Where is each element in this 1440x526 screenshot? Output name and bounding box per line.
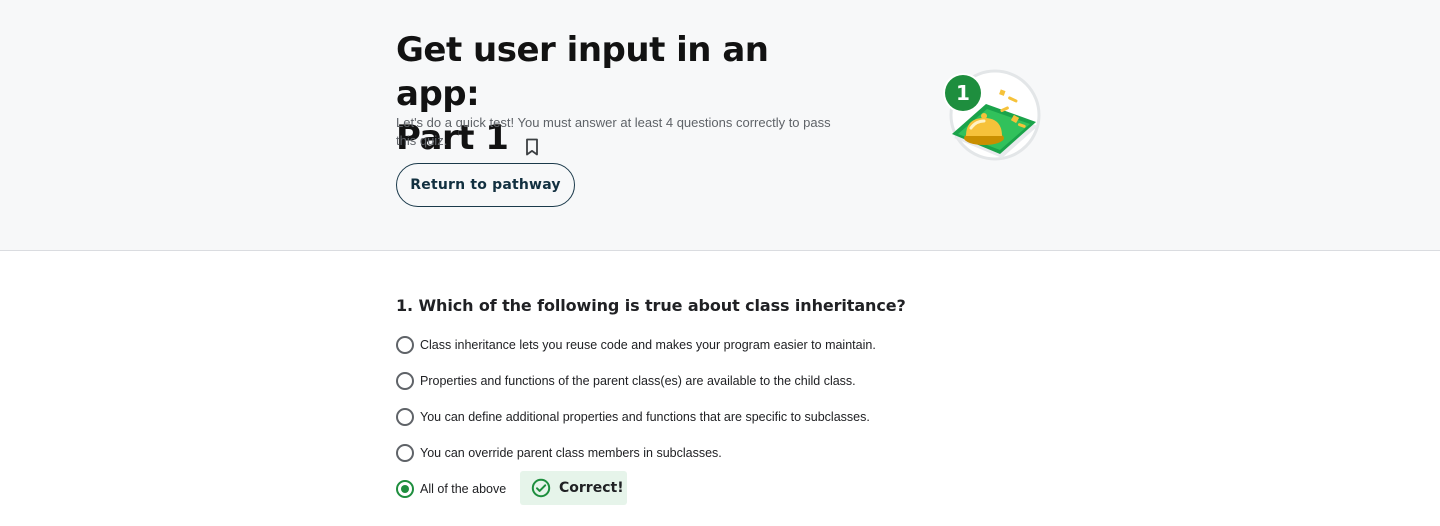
quiz-subtitle: Let's do a quick test! You must answer a… <box>396 115 831 148</box>
option-3[interactable]: You can define additional properties and… <box>396 407 870 427</box>
option-label: Class inheritance lets you reuse code an… <box>420 338 876 352</box>
radio-button[interactable] <box>396 372 414 390</box>
title-line-1: Get user input in an app: <box>396 30 769 114</box>
radio-button[interactable] <box>396 408 414 426</box>
check-circle-icon <box>531 478 551 498</box>
return-to-pathway-button[interactable]: Return to pathway <box>396 163 575 207</box>
option-label: Properties and functions of the parent c… <box>420 374 856 388</box>
correct-feedback: Correct! <box>520 471 627 505</box>
question-1: 1. Which of the following is true about … <box>396 296 906 315</box>
option-label: All of the above <box>420 482 507 496</box>
badge-number: 1 <box>956 81 970 105</box>
option-4[interactable]: You can override parent class members in… <box>396 443 722 463</box>
option-1[interactable]: Class inheritance lets you reuse code an… <box>396 335 876 355</box>
option-label: You can define additional properties and… <box>420 410 870 424</box>
feedback-text: Correct! <box>559 480 624 496</box>
option-2[interactable]: Properties and functions of the parent c… <box>396 371 856 391</box>
option-label: You can override parent class members in… <box>420 446 722 460</box>
radio-button-selected[interactable] <box>396 480 414 498</box>
radio-button[interactable] <box>396 444 414 462</box>
option-5[interactable]: All of the above <box>396 479 506 499</box>
radio-button[interactable] <box>396 336 414 354</box>
bell-badge-icon: 1 <box>938 68 1042 164</box>
quiz-header: Get user input in an app: Part 1 Let's d… <box>0 0 1440 251</box>
